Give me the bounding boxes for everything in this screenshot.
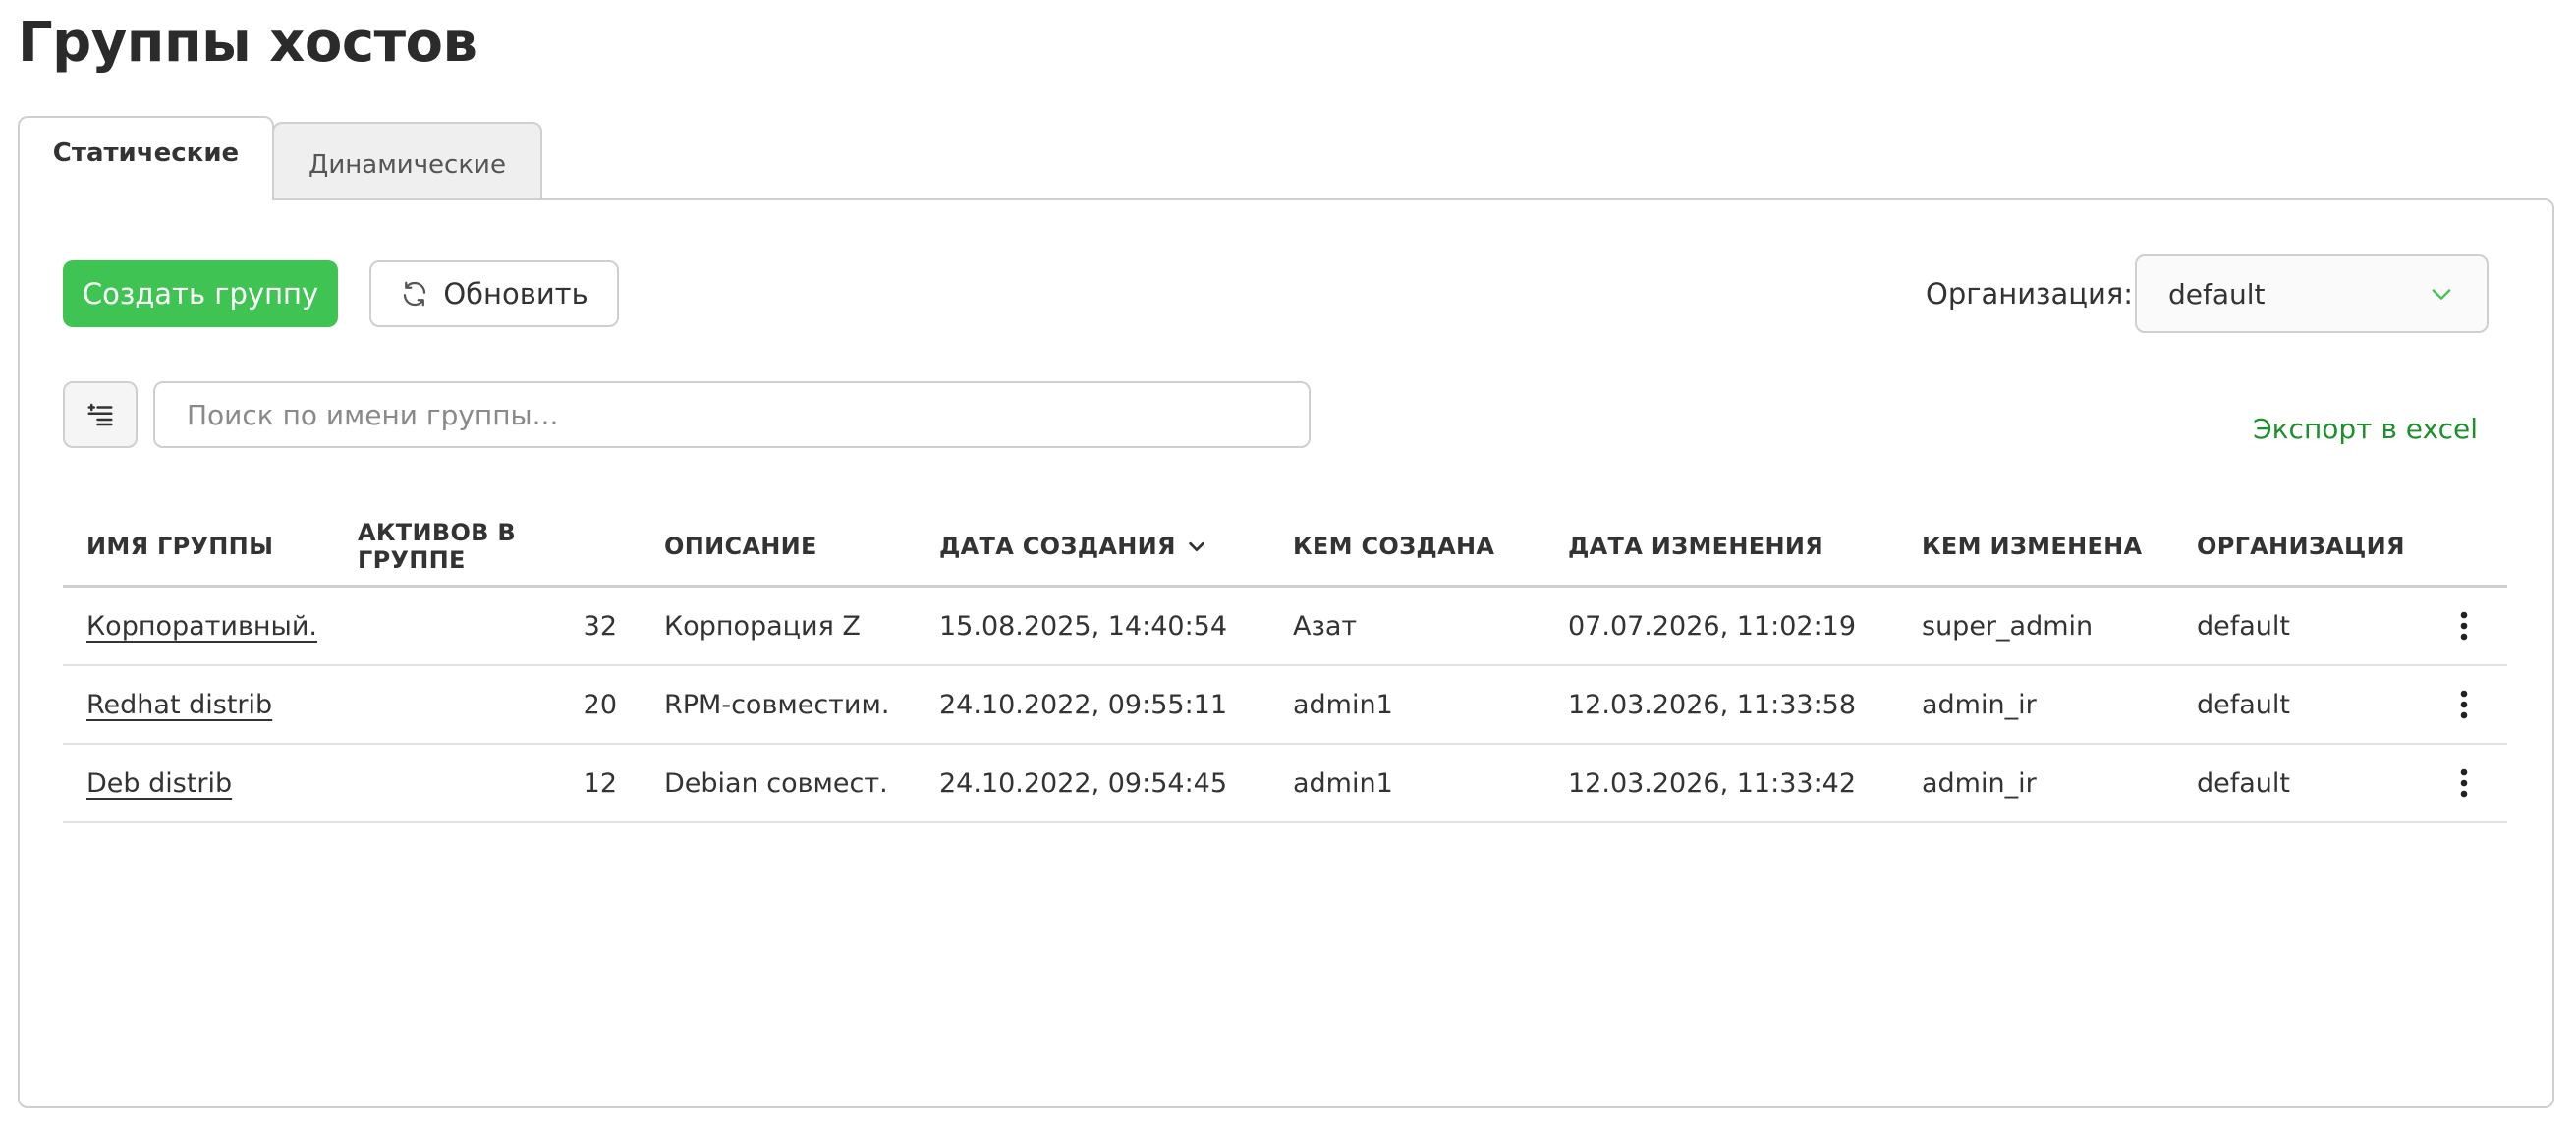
column-header-organization[interactable]: ОРГАНИЗАЦИЯ [2197, 505, 2413, 588]
row-organization: default [2197, 767, 2291, 799]
column-header-name[interactable]: ИМЯ ГРУППЫ [86, 505, 317, 588]
search-input[interactable] [153, 381, 1311, 448]
created-by: admin1 [1293, 767, 1393, 799]
export-excel-link[interactable]: Экспорт в excel [2253, 413, 2478, 445]
filter-button[interactable] [63, 381, 138, 448]
column-header-description[interactable]: ОПИСАНИЕ [664, 505, 890, 588]
column-header-created[interactable]: ДАТА СОЗДАНИЯ [939, 505, 1263, 588]
column-header-modified[interactable]: ДАТА ИЗМЕНЕНИЯ [1568, 505, 1892, 588]
group-description: Debian совмест... [664, 767, 890, 799]
assets-count: 12 [583, 767, 617, 799]
modified-date: 07.07.2026, 11:02:19 [1568, 610, 1857, 642]
modified-by: super_admin [1922, 610, 2094, 642]
assets-count: 20 [583, 689, 617, 720]
refresh-icon [404, 281, 426, 307]
created-date: 15.08.2025, 14:40:54 [939, 610, 1228, 642]
group-description: Корпорация Z [664, 610, 861, 642]
modified-by: admin_ir [1922, 689, 2037, 720]
table-row: Deb distrib 12 Debian совмест... 24.10.2… [63, 745, 2507, 823]
row-organization: default [2197, 610, 2291, 642]
column-header-modified-by[interactable]: КЕМ ИЗМЕНЕНА [1922, 505, 2167, 588]
kebab-menu-icon [2460, 768, 2468, 798]
assets-count: 32 [583, 610, 617, 642]
group-name-link[interactable]: Deb distrib [86, 768, 232, 799]
row-actions-button[interactable] [2444, 606, 2484, 646]
row-organization: default [2197, 689, 2291, 720]
organization-select-value: default [2168, 277, 2266, 311]
organization-label: Организация: [1926, 277, 2134, 311]
table-header: ИМЯ ГРУППЫ АКТИВОВ В ГРУППЕ ОПИСАНИЕ ДАТ… [63, 505, 2507, 588]
filter-list-icon [87, 403, 113, 426]
group-description: RPM-совместим... [664, 689, 890, 720]
page: Группы хостов Статические Динамические С… [0, 0, 2576, 1130]
organization-select[interactable]: default [2135, 254, 2489, 333]
modified-date: 12.03.2026, 11:33:42 [1568, 767, 1857, 799]
modified-by: admin_ir [1922, 767, 2037, 799]
refresh-button-label: Обновить [443, 277, 588, 311]
column-header-created-label: ДАТА СОЗДАНИЯ [939, 533, 1176, 560]
chevron-down-icon [2432, 289, 2451, 300]
page-title: Группы хостов [18, 11, 477, 75]
sort-desc-icon [1189, 541, 1204, 552]
created-by: Азат [1293, 610, 1358, 642]
kebab-menu-icon [2460, 611, 2468, 641]
column-header-created-by[interactable]: КЕМ СОЗДАНА [1293, 505, 1539, 588]
created-date: 24.10.2022, 09:54:45 [939, 767, 1228, 799]
column-header-assets[interactable]: АКТИВОВ В ГРУППЕ [358, 505, 617, 588]
tab-dynamic[interactable]: Динамические [272, 122, 542, 199]
created-by: admin1 [1293, 689, 1393, 720]
groups-table: ИМЯ ГРУППЫ АКТИВОВ В ГРУППЕ ОПИСАНИЕ ДАТ… [63, 505, 2507, 823]
refresh-button[interactable]: Обновить [369, 260, 619, 327]
row-actions-button[interactable] [2444, 685, 2484, 724]
group-name-link[interactable]: Redhat distrib [86, 690, 272, 720]
table-row: Redhat distrib 20 RPM-совместим... 24.10… [63, 666, 2507, 745]
row-actions-button[interactable] [2444, 763, 2484, 803]
create-group-button[interactable]: Создать группу [63, 260, 338, 327]
created-date: 24.10.2022, 09:55:11 [939, 689, 1228, 720]
content-panel: Создать группу Обновить Организация: def… [18, 198, 2554, 1108]
group-name-link[interactable]: Корпоративный... [86, 611, 317, 642]
table-row: Корпоративный... 32 Корпорация Z 15.08.2… [63, 588, 2507, 666]
tab-static[interactable]: Статические [18, 116, 274, 200]
modified-date: 12.03.2026, 11:33:58 [1568, 689, 1857, 720]
kebab-menu-icon [2460, 690, 2468, 719]
